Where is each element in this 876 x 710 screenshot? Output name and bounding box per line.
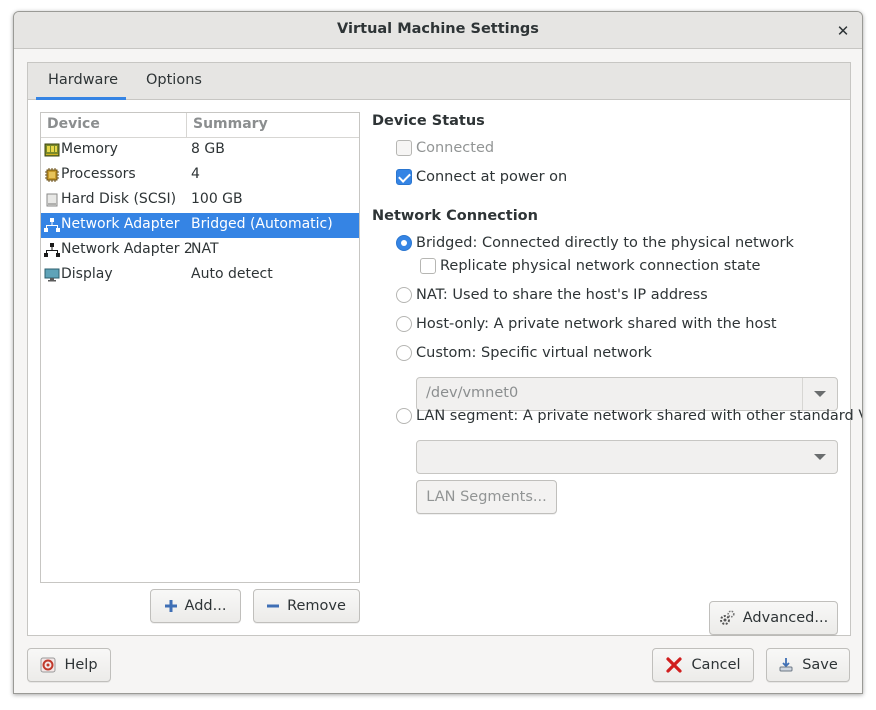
save-button[interactable]: Save [766,648,850,682]
replicate-state-checkbox[interactable] [420,258,436,274]
advanced-button[interactable]: Advanced... [709,601,838,635]
bridged-label: Bridged: Connected directly to the physi… [416,235,794,251]
column-separator [186,113,187,138]
column-header-summary[interactable]: Summary [193,116,268,132]
lan-segment-radio[interactable] [396,408,412,424]
remove-button-label: Remove [287,598,346,614]
connect-at-power-on-checkbox[interactable] [396,169,412,185]
lan-segment-combo[interactable] [416,440,838,474]
lan-segment-label: LAN segment: A private network shared wi… [416,408,863,424]
device-row-processors[interactable]: Processors 4 [41,163,359,188]
connect-at-power-on-label: Connect at power on [416,169,568,185]
chevron-down-icon [814,391,826,397]
device-summary: NAT [191,241,219,257]
device-name: Processors [61,166,136,182]
memory-icon [44,143,60,157]
device-row-memory[interactable]: Memory 8 GB [41,138,359,163]
add-button-label: Add... [184,598,227,614]
minus-icon [267,604,280,608]
network-adapter-icon [44,243,60,257]
host-only-label: Host-only: A private network shared with… [416,316,777,332]
device-row-display[interactable]: Display Auto detect [41,263,359,288]
tab-bar: Hardware Options [28,63,850,100]
connected-checkbox[interactable] [396,140,412,156]
connected-label: Connected [416,140,495,156]
device-row-network-adapter-2[interactable]: Network Adapter 2 NAT [41,238,359,263]
device-list[interactable]: Device Summary Memory 8 GB Processors 4 … [40,112,360,583]
tab-hardware[interactable]: Hardware [36,63,126,100]
title-bar: Virtual Machine Settings ✕ [14,12,862,49]
device-name: Network Adapter 2 [61,241,193,257]
network-connection-title: Network Connection [372,208,538,224]
add-button[interactable]: Add... [150,589,241,623]
advanced-button-label: Advanced... [742,610,829,626]
help-button[interactable]: Help [27,648,111,682]
close-icon: ✕ [836,22,850,40]
cancel-x-icon [666,657,683,673]
custom-label: Custom: Specific virtual network [416,345,652,361]
lan-segments-button-label: LAN Segments... [426,489,547,505]
tab-options[interactable]: Options [134,63,214,100]
plus-icon [164,600,177,612]
device-name: Network Adapter [61,216,180,232]
dropdown-arrow[interactable] [802,378,837,410]
replicate-state-label: Replicate physical network connection st… [440,258,761,274]
device-status-title: Device Status [372,113,485,129]
device-summary: 100 GB [191,191,243,207]
display-icon [44,268,60,282]
device-summary: 4 [191,166,200,182]
hard-disk-icon [46,193,58,207]
column-header-device[interactable]: Device [47,116,100,132]
host-only-radio[interactable] [396,316,412,332]
custom-network-combo[interactable]: /dev/vmnet0 [416,377,838,411]
device-name: Hard Disk (SCSI) [61,191,177,207]
device-summary: Auto detect [191,266,273,282]
settings-window: Virtual Machine Settings ✕ Hardware Opti… [13,11,863,694]
help-button-label: Help [64,657,98,673]
tab-panel: Hardware Options Device Summary Memory 8… [27,62,862,636]
device-name: Display [61,266,113,282]
device-row-hard-disk[interactable]: Hard Disk (SCSI) 100 GB [41,188,359,213]
remove-button[interactable]: Remove [253,589,360,623]
help-icon [40,657,56,673]
window-title: Virtual Machine Settings [337,21,539,37]
network-adapter-icon [44,218,60,232]
device-row-network-adapter[interactable]: Network Adapter Bridged (Automatic) [41,213,359,238]
cancel-button-label: Cancel [691,657,741,673]
save-button-label: Save [802,657,838,673]
device-name: Memory [61,141,118,157]
advanced-settings-icon [719,610,735,625]
dropdown-arrow[interactable] [802,441,837,473]
nat-radio[interactable] [396,287,412,303]
device-summary: Bridged (Automatic) [191,216,333,232]
save-icon [779,658,793,672]
close-button[interactable]: ✕ [832,20,854,42]
nat-label: NAT: Used to share the host's IP address [416,287,708,303]
processor-icon [45,168,59,182]
cancel-button[interactable]: Cancel [652,648,754,682]
custom-radio[interactable] [396,345,412,361]
custom-network-value: /dev/vmnet0 [426,385,519,401]
lan-segments-button[interactable]: LAN Segments... [416,480,557,514]
device-summary: 8 GB [191,141,225,157]
bridged-radio[interactable] [396,235,412,251]
device-list-header: Device Summary [41,113,359,138]
chevron-down-icon [813,454,826,460]
